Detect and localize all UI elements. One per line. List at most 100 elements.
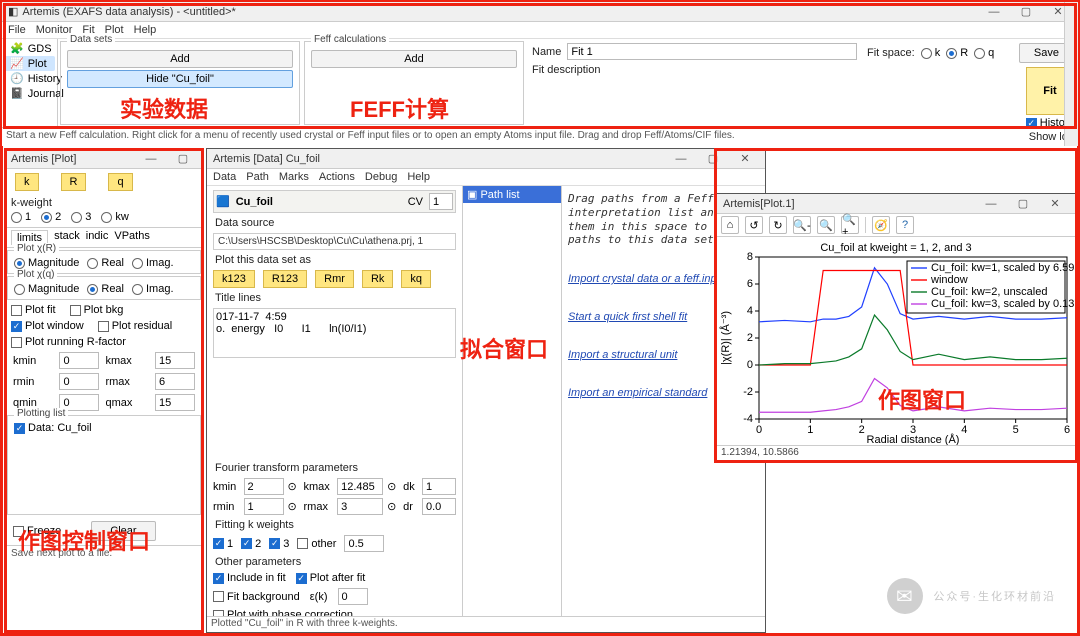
zoomin-icon[interactable]: 🔍+ bbox=[841, 216, 859, 234]
svg-text:5: 5 bbox=[1013, 424, 1019, 436]
kw-3[interactable]: 3 bbox=[71, 211, 91, 223]
list-item-cufoil[interactable]: Data: Cu_foil bbox=[14, 422, 194, 434]
dm-data[interactable]: Data bbox=[213, 171, 236, 183]
chk-plotwin[interactable]: Plot window bbox=[11, 320, 84, 332]
add-data-button[interactable]: Add bbox=[67, 50, 293, 68]
dm-actions[interactable]: Actions bbox=[319, 171, 355, 183]
zoom-icon[interactable]: 🔍 bbox=[817, 216, 835, 234]
ft-rmax[interactable] bbox=[337, 498, 383, 515]
ft-rmin[interactable] bbox=[244, 498, 284, 515]
fkw-1[interactable]: 1 bbox=[213, 538, 233, 550]
pb-R123[interactable]: R123 bbox=[263, 270, 307, 288]
pin-icon[interactable]: ⊙ bbox=[387, 480, 399, 493]
chiR-mag[interactable]: Magnitude bbox=[14, 257, 79, 269]
link-import-crystal[interactable]: Import crystal data or a feff.inp bbox=[568, 273, 717, 285]
main-scrollbar[interactable] bbox=[1064, 2, 1078, 146]
tab-indic[interactable]: indic bbox=[86, 230, 109, 245]
link-import-empirical[interactable]: Import an empirical standard bbox=[568, 387, 707, 399]
ft-kmin[interactable] bbox=[244, 478, 284, 495]
nav-history[interactable]: 🕘History bbox=[4, 71, 55, 86]
kw-kw[interactable]: kw bbox=[101, 211, 128, 223]
data-close[interactable]: ✕ bbox=[731, 152, 759, 165]
tab-vpaths[interactable]: VPaths bbox=[114, 230, 149, 245]
config-icon[interactable]: 🧭 bbox=[872, 216, 890, 234]
chk-plotres[interactable]: Plot residual bbox=[98, 320, 173, 332]
menu-file[interactable]: File bbox=[8, 24, 26, 36]
chiq-real[interactable]: Real bbox=[87, 283, 124, 295]
name-input[interactable] bbox=[567, 43, 857, 60]
dm-help[interactable]: Help bbox=[407, 171, 430, 183]
chk-plotbkg[interactable]: Plot bkg bbox=[70, 304, 124, 316]
plot-max[interactable]: ▢ bbox=[1009, 197, 1037, 210]
chk-phase[interactable]: Plot with phase correction bbox=[213, 609, 353, 616]
chiq-imag[interactable]: Imag. bbox=[132, 283, 174, 295]
gds-icon: 🧩 bbox=[10, 42, 24, 55]
chiR-imag[interactable]: Imag. bbox=[132, 257, 174, 269]
add-feff-button[interactable]: Add bbox=[311, 50, 517, 68]
pb-Rmr[interactable]: Rmr bbox=[315, 270, 354, 288]
fitspace-R[interactable]: R bbox=[946, 47, 968, 59]
menu-help[interactable]: Help bbox=[134, 24, 157, 36]
plotctl-tab-q[interactable]: q bbox=[108, 173, 132, 191]
pin-icon[interactable]: ⊙ bbox=[288, 480, 300, 493]
fitspace-k[interactable]: k bbox=[921, 47, 941, 59]
hide-cufoil-button[interactable]: Hide "Cu_foil" bbox=[67, 70, 293, 88]
qmax-input[interactable] bbox=[155, 394, 195, 411]
link-quick-first-shell[interactable]: Start a quick first shell fit bbox=[568, 311, 687, 323]
plotctl-window: Artemis [Plot] — ▢ k R q k-weight 1 2 3 … bbox=[4, 148, 204, 633]
nav-plot[interactable]: 📈Plot bbox=[4, 56, 55, 71]
data-min[interactable]: — bbox=[667, 153, 695, 165]
rmin-input[interactable] bbox=[59, 373, 99, 390]
min-button[interactable]: — bbox=[980, 6, 1008, 18]
pb-k123[interactable]: k123 bbox=[213, 270, 255, 288]
undo-icon[interactable]: ↺ bbox=[745, 216, 763, 234]
pb-Rk[interactable]: Rk bbox=[362, 270, 393, 288]
data-menu: Data Path Marks Actions Debug Help bbox=[207, 169, 765, 186]
fkw-other[interactable]: other bbox=[297, 538, 336, 550]
zoomout-icon[interactable]: 🔍- bbox=[793, 216, 811, 234]
kmax-input[interactable] bbox=[155, 352, 195, 369]
dm-path[interactable]: Path bbox=[246, 171, 269, 183]
titlelines-box[interactable]: 017-11-7 4:59 o. energy I0 I1 ln(I0/I1) bbox=[213, 308, 456, 358]
plotctl-max[interactable]: ▢ bbox=[169, 152, 197, 165]
dm-marks[interactable]: Marks bbox=[279, 171, 309, 183]
cv-input[interactable] bbox=[429, 193, 453, 210]
nav-gds[interactable]: 🧩GDS bbox=[4, 41, 55, 56]
pin-icon[interactable]: ⊙ bbox=[387, 500, 399, 513]
home-icon[interactable]: ⌂ bbox=[721, 216, 739, 234]
chiq-mag[interactable]: Magnitude bbox=[14, 283, 79, 295]
plotctl-min[interactable]: — bbox=[137, 153, 165, 165]
max-button[interactable]: ▢ bbox=[1012, 5, 1040, 18]
ft-dr[interactable] bbox=[422, 498, 456, 515]
kmin-input[interactable] bbox=[59, 352, 99, 369]
data-titlebar: Artemis [Data] Cu_foil — ▢ ✕ bbox=[207, 149, 765, 169]
fitspace-q[interactable]: q bbox=[974, 47, 994, 59]
data-max[interactable]: ▢ bbox=[699, 152, 727, 165]
plot-close[interactable]: ✕ bbox=[1041, 197, 1069, 210]
help-icon[interactable]: ? bbox=[896, 216, 914, 234]
plotctl-tab-R[interactable]: R bbox=[61, 173, 87, 191]
pin-icon[interactable]: ⊙ bbox=[288, 500, 300, 513]
plotctl-tab-k[interactable]: k bbox=[15, 173, 39, 191]
dm-debug[interactable]: Debug bbox=[365, 171, 397, 183]
rmax-input[interactable] bbox=[155, 373, 195, 390]
kw-1[interactable]: 1 bbox=[11, 211, 31, 223]
ft-dk[interactable] bbox=[422, 478, 456, 495]
chk-fitbkg[interactable]: Fit background bbox=[213, 591, 300, 603]
nav-journal[interactable]: 📓Journal bbox=[4, 86, 55, 101]
fkw-2[interactable]: 2 bbox=[241, 538, 261, 550]
chk-plotrunr[interactable]: Plot running R-factor bbox=[11, 336, 197, 348]
chiR-real[interactable]: Real bbox=[87, 257, 124, 269]
plot-min[interactable]: — bbox=[977, 198, 1005, 210]
fkw-other-input[interactable] bbox=[344, 535, 384, 552]
kw-2[interactable]: 2 bbox=[41, 211, 61, 223]
pb-kq[interactable]: kq bbox=[401, 270, 431, 288]
chk-include[interactable]: Include in fit bbox=[213, 572, 286, 584]
chk-plotfit[interactable]: Plot fit bbox=[11, 304, 56, 316]
chk-plotafter[interactable]: Plot after fit bbox=[296, 572, 366, 584]
eps-input[interactable] bbox=[338, 588, 368, 605]
ft-kmax[interactable] bbox=[337, 478, 383, 495]
redo-icon[interactable]: ↻ bbox=[769, 216, 787, 234]
fkw-3[interactable]: 3 bbox=[269, 538, 289, 550]
link-import-structural[interactable]: Import a structural unit bbox=[568, 349, 677, 361]
